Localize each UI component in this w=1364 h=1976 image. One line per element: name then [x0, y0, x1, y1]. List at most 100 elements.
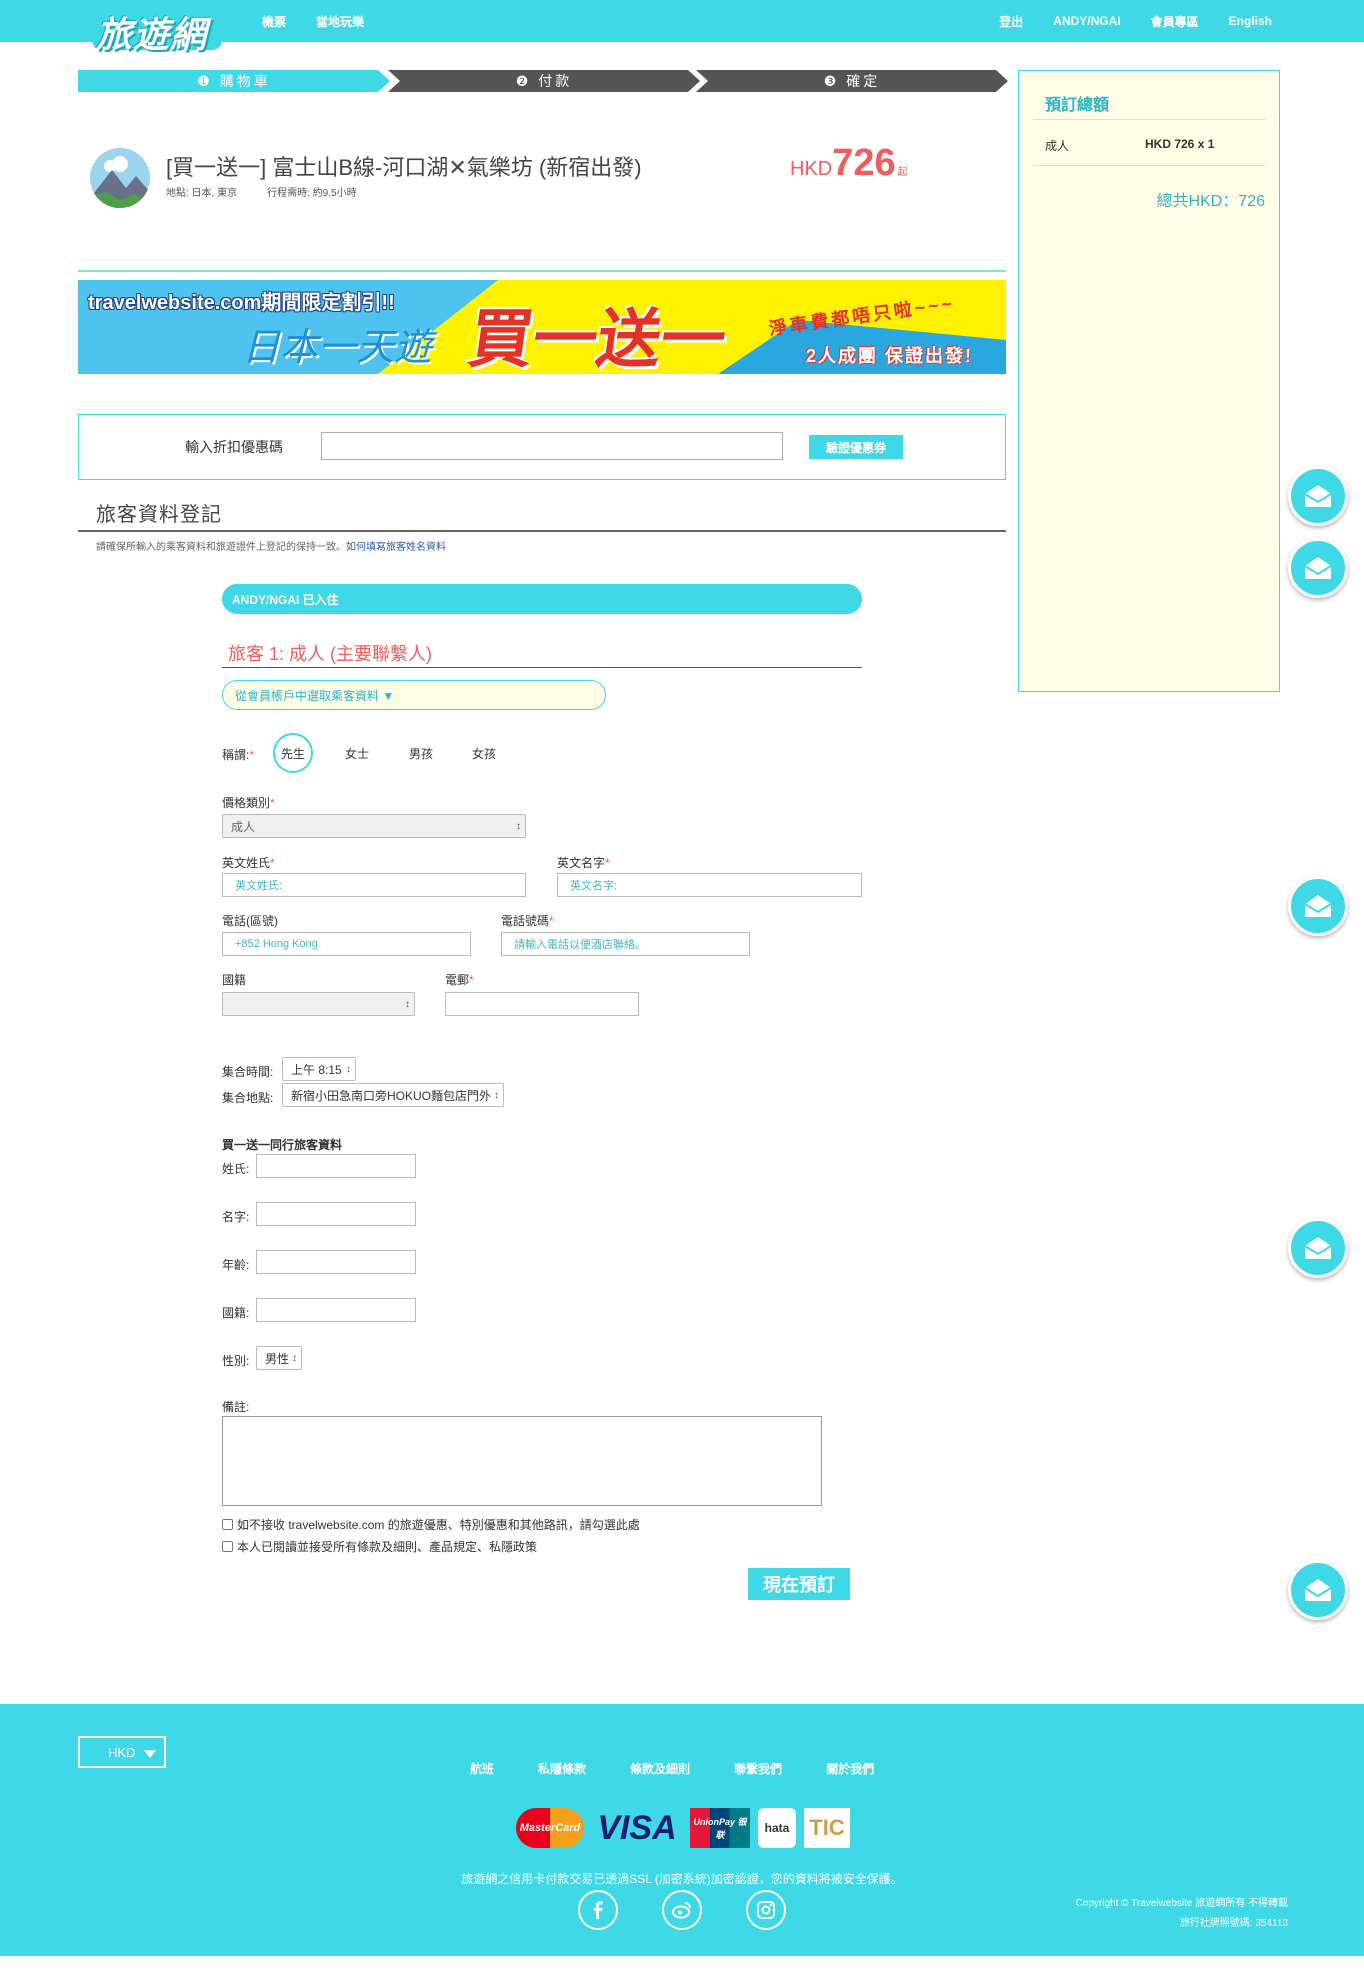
salutation-mr-radio[interactable]: 先生	[273, 733, 313, 773]
hata-logo: hata	[758, 1808, 796, 1848]
price-type-select[interactable]: 成人	[222, 814, 526, 838]
meet-place-label: 集合地點:	[222, 1091, 274, 1105]
top-navbar: 旅遊網 機票 當地玩樂 登出 ANDY/NGAI 會員專區 English	[0, 0, 1364, 55]
footer-link-flights[interactable]: 航班	[470, 1760, 494, 1777]
banner-headline: 買一送一	[464, 303, 731, 374]
traveler-1-title: 旅客 1: 成人 (主要聯繫人)	[228, 644, 433, 664]
footer-link-terms[interactable]: 條款及細則	[630, 1760, 690, 1777]
book-now-button[interactable]: 現在預訂	[748, 1568, 850, 1600]
coupon-input[interactable]	[321, 432, 783, 460]
nav-username[interactable]: ANDY/NGAI	[1053, 14, 1120, 28]
opt-out-row: 如不接收 travelwebsite.com 的旅遊優惠、特別優惠和其他路訊，請…	[222, 1516, 640, 1533]
salutation-label: 稱謂:*	[222, 748, 255, 762]
facebook-icon[interactable]	[578, 1890, 618, 1930]
visa-logo: VISA	[597, 1808, 677, 1847]
remarks-label: 備註:	[222, 1400, 250, 1414]
currency-value: HKD	[108, 1744, 136, 1760]
floating-mail-button[interactable]	[1288, 538, 1348, 598]
last-name-label: 英文姓氏*	[222, 856, 275, 870]
companion-last-name-label: 姓氏:	[222, 1162, 250, 1176]
nav-local-activities[interactable]: 當地玩樂	[316, 13, 364, 30]
mail-icon	[1304, 557, 1332, 579]
companion-age-label: 年齡:	[222, 1258, 250, 1272]
floating-mail-button[interactable]	[1288, 1560, 1348, 1620]
site-logo[interactable]: 旅遊網	[92, 4, 222, 55]
phone-input[interactable]: 請輸入電話以便酒店聯絡。	[501, 932, 750, 956]
product-duration: 行程需時: 約9.5小時	[267, 188, 357, 199]
last-name-input[interactable]: 英文姓氏:	[222, 873, 526, 897]
verify-coupon-button[interactable]: 驗證優惠券	[809, 435, 903, 459]
terms-row: 本人已閱讀並接受所有條款及細則、產品規定、私隱政策	[222, 1538, 537, 1555]
floating-mail-button[interactable]	[1288, 1218, 1348, 1278]
banner-tag: travelwebsite.com期間限定割引!!	[88, 292, 395, 314]
summary-row-value: HKD 726 x 1	[1145, 137, 1215, 151]
product-price: HKD 726 起	[790, 142, 908, 185]
meet-time-select[interactable]: 上午 8:15	[282, 1057, 356, 1081]
companion-first-name-label: 名字:	[222, 1210, 250, 1224]
terms-checkbox[interactable]	[222, 1541, 233, 1552]
remarks-textarea[interactable]	[222, 1416, 822, 1506]
first-name-label: 英文名字*	[557, 856, 610, 870]
footer-link-privacy[interactable]: 私隱條款	[538, 1760, 586, 1777]
companion-last-name-input[interactable]	[256, 1154, 416, 1178]
tic-logo: TIC	[804, 1808, 850, 1848]
step-cart: ❶ 購物車	[78, 70, 390, 92]
area-code-input[interactable]: +852 Hong Kong	[222, 932, 471, 956]
price-currency: HKD	[790, 158, 833, 180]
nationality-select[interactable]	[222, 992, 415, 1016]
footer-links: 航班 私隱條款 條款及細則 聯繫我們 關於我們	[470, 1760, 874, 1777]
instagram-icon[interactable]	[746, 1890, 786, 1930]
product-location: 地點: 日本, 東京	[166, 188, 238, 199]
chevron-down-icon	[144, 1750, 156, 1758]
email-input[interactable]	[445, 992, 639, 1016]
floating-mail-button[interactable]	[1288, 466, 1348, 526]
booking-summary: 預訂總額 成人 HKD 726 x 1 總共HKD：726	[1018, 70, 1280, 692]
salutation-boy-radio[interactable]: 男孩	[401, 733, 441, 773]
floating-mail-button[interactable]	[1288, 876, 1348, 936]
nav-logout[interactable]: 登出	[999, 13, 1023, 30]
name-help-link[interactable]: 如何填寫旅客姓名資料	[346, 542, 446, 553]
companion-title: 買一送一同行旅客資料	[222, 1138, 343, 1152]
meet-place-select[interactable]: 新宿小田急南口旁HOKUO麵包店門外	[282, 1083, 504, 1107]
mail-icon	[1304, 1237, 1332, 1259]
section-divider	[78, 530, 1006, 532]
opt-out-checkbox[interactable]	[222, 1519, 233, 1530]
nav-language-english[interactable]: English	[1229, 14, 1272, 28]
nav-member-area[interactable]: 會員專區	[1151, 13, 1199, 30]
mail-icon	[1304, 1579, 1332, 1601]
companion-first-name-input[interactable]	[256, 1202, 416, 1226]
weibo-icon[interactable]	[662, 1890, 702, 1930]
footer-link-about[interactable]: 關於我們	[826, 1760, 874, 1777]
traveler-section-title: 旅客資料登記	[96, 504, 222, 526]
section-note: 請確保所輸入的乘客資料和旅遊證件上登記的保持一致。如何填寫旅客姓名資料	[96, 538, 446, 553]
payment-logos: MasterCard VISA UnionPay 银联 hata TIC	[516, 1808, 850, 1848]
select-from-member-dropdown[interactable]: 從會員帳戶中選取乘客資料 ▼	[222, 680, 606, 710]
first-name-input[interactable]: 英文名字:	[557, 873, 862, 897]
step-confirm-label: ❸ 確定	[823, 73, 881, 89]
salutation-girl-radio[interactable]: 女孩	[464, 733, 504, 773]
companion-nationality-input[interactable]	[256, 1298, 416, 1322]
copyright: Copyright © Travelwebsite 旅遊網所有 不得轉載 旅行社…	[1076, 1894, 1288, 1934]
nav-right: 登出 ANDY/NGAI 會員專區 English	[999, 0, 1272, 42]
price-type-label: 價格類別*	[222, 796, 275, 810]
currency-select[interactable]: HKD	[78, 1736, 166, 1768]
product-meta: 地點: 日本, 東京 行程需時: 約9.5小時	[166, 184, 357, 199]
promo-banner[interactable]: travelwebsite.com期間限定割引!! 日本一天遊 買一送一 淨車費…	[78, 280, 1006, 374]
footer-link-contact[interactable]: 聯繫我們	[734, 1760, 782, 1777]
salutation-ms-radio[interactable]: 女士	[337, 733, 377, 773]
companion-gender-select[interactable]: 男性	[256, 1346, 302, 1370]
product-thumbnail	[90, 148, 150, 208]
social-links	[578, 1890, 786, 1930]
nav-flights[interactable]: 機票	[262, 13, 286, 30]
step-payment-label: ❷ 付款	[515, 73, 573, 89]
product-header: [買一送一] 富士山B線-河口湖✕氣樂坊 (新宿出發) 地點: 日本, 東京 行…	[78, 138, 1006, 272]
summary-divider-1	[1033, 119, 1265, 120]
ssl-note: 旅遊網之信用卡付款交易已透過SSL (加密系統)加密認證，您的資料將被安全保護。	[461, 1872, 903, 1886]
companion-nationality-label: 國籍:	[222, 1306, 250, 1320]
mail-icon	[1304, 485, 1332, 507]
summary-row-label: 成人	[1045, 139, 1070, 153]
companion-age-input[interactable]	[256, 1250, 416, 1274]
coupon-box: 輸入折扣優惠碼 驗證優惠券	[78, 414, 1006, 480]
nationality-label: 國籍	[222, 973, 247, 987]
step-cart-label: ❶ 購物車	[197, 73, 271, 89]
